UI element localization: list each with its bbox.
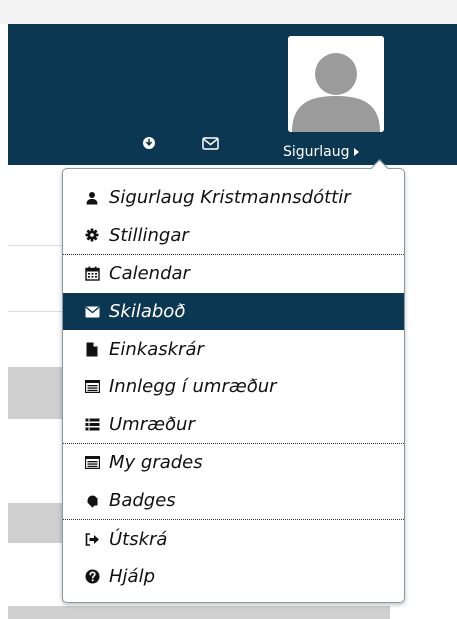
logout-icon <box>84 531 100 547</box>
badge-icon <box>84 493 100 509</box>
avatar[interactable] <box>288 36 384 132</box>
menu-item-label: Stillingar <box>109 224 189 246</box>
menu-item-messages[interactable]: Skilaboð <box>63 292 404 331</box>
menu-item-logout[interactable]: Útskrá <box>63 520 404 558</box>
background-block <box>8 367 64 419</box>
background-block <box>8 606 390 619</box>
menu-item-label: Útskrá <box>109 528 168 550</box>
menu-item-label: Sigurlaug Kristmannsdóttir <box>109 187 351 209</box>
menu-item-discussions[interactable]: Umræður <box>63 406 404 444</box>
menu-item-label: My grades <box>109 452 203 474</box>
menu-item-profile[interactable]: Sigurlaug Kristmannsdóttir <box>63 179 404 217</box>
help-icon <box>84 569 100 585</box>
navbar <box>8 24 457 165</box>
top-strip <box>0 0 457 24</box>
user-icon <box>84 190 100 206</box>
menu-item-calendar[interactable]: Calendar <box>63 255 404 293</box>
background-divider <box>8 311 68 312</box>
menu-item-label: Skilaboð <box>109 301 186 323</box>
envelope-icon <box>84 304 100 320</box>
background-block <box>8 503 64 543</box>
menu-item-settings[interactable]: Stillingar <box>63 217 404 255</box>
menu-item-badges[interactable]: Badges <box>63 482 404 520</box>
caret-right-icon <box>353 148 359 156</box>
file-icon <box>84 341 100 357</box>
user-menu-toggle[interactable]: Sigurlaug <box>283 144 359 160</box>
menu-item-label: Innlegg í umræður <box>109 376 277 398</box>
list-icon <box>84 416 100 432</box>
user-name: Sigurlaug <box>283 144 350 160</box>
menu-item-label: Umræður <box>109 413 195 435</box>
menu-item-label: Calendar <box>109 263 190 285</box>
gear-icon <box>84 227 100 243</box>
menu-item-label: Hjálp <box>109 566 155 588</box>
menu-item-forum-posts[interactable]: Innlegg í umræður <box>63 368 404 406</box>
background-divider <box>8 245 68 246</box>
avatar-icon <box>288 36 384 132</box>
menu-item-label: Badges <box>109 490 176 512</box>
menu-item-private-files[interactable]: Einkaskrár <box>63 330 404 368</box>
messages-icon[interactable] <box>200 133 220 153</box>
menu-item-grades[interactable]: My grades <box>63 444 404 482</box>
calendar-icon <box>84 266 100 282</box>
menu-item-label: Einkaskrár <box>109 338 204 360</box>
user-dropdown-menu: Sigurlaug Kristmannsdóttir Stillingar Ca… <box>62 168 405 603</box>
grades-icon <box>84 455 100 471</box>
notification-icon[interactable] <box>139 133 159 153</box>
posts-icon <box>84 379 100 395</box>
menu-item-help[interactable]: Hjálp <box>63 558 404 596</box>
